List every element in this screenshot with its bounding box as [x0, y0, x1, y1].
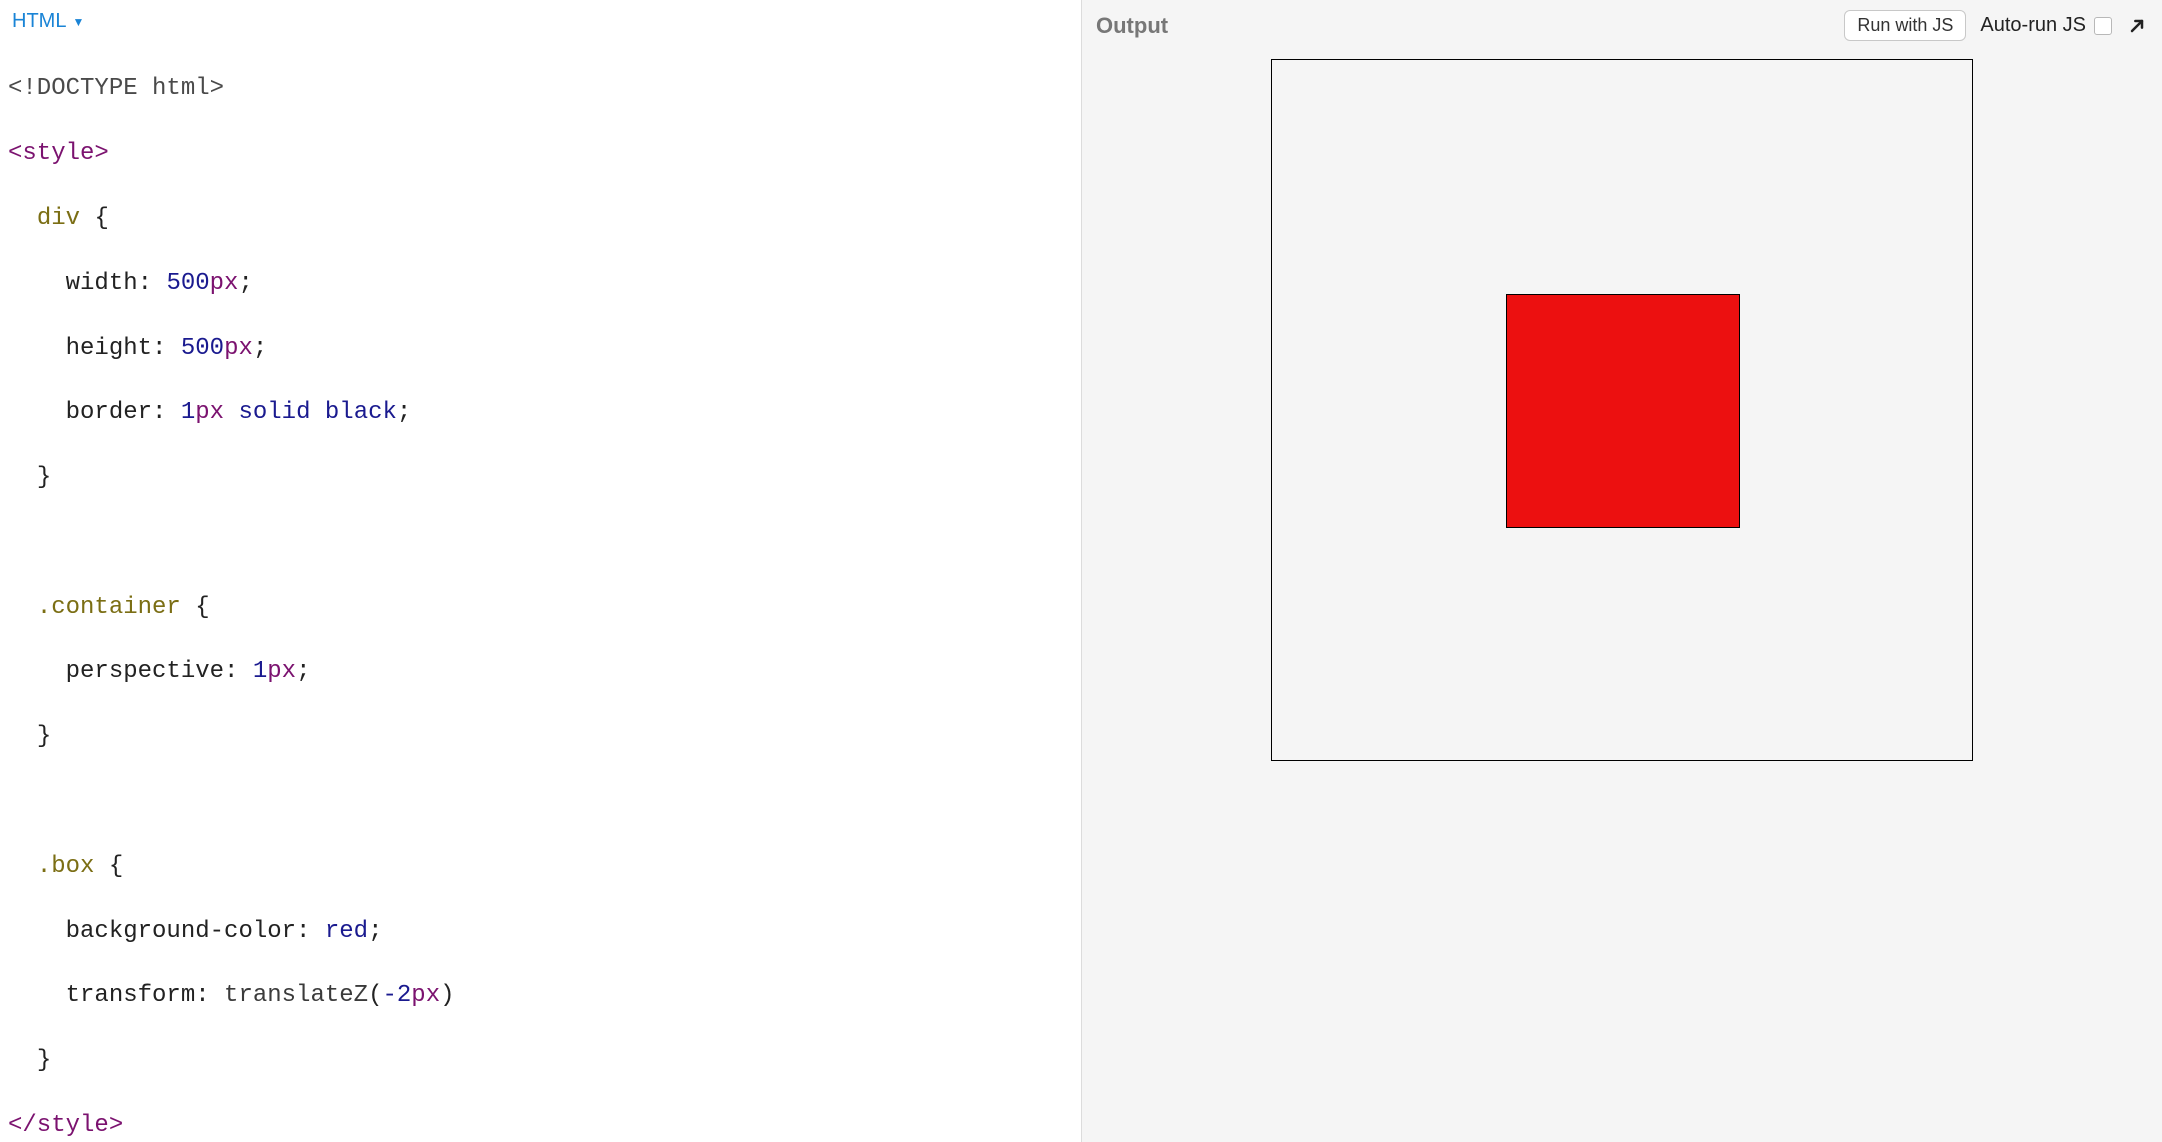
code-line: border: 1px solid black; [8, 397, 1073, 429]
editor-header: HTML ▼ [0, 0, 1081, 41]
autorun-toggle[interactable]: Auto-run JS [1980, 14, 2112, 37]
run-with-js-button[interactable]: Run with JS [1844, 10, 1966, 41]
output-body [1082, 51, 2162, 1142]
code-line: </style> [8, 1110, 1073, 1142]
language-dropdown[interactable]: HTML ▼ [12, 10, 84, 33]
code-line: <!DOCTYPE html> [8, 73, 1073, 105]
code-line: transform: translateZ(-2px) [8, 980, 1073, 1012]
code-line: <style> [8, 138, 1073, 170]
code-line: } [8, 1045, 1073, 1077]
language-label: HTML [12, 10, 66, 33]
code-line: height: 500px; [8, 333, 1073, 365]
code-line [8, 527, 1073, 559]
editor-pane: HTML ▼ <!DOCTYPE html> <style> div { wid… [0, 0, 1081, 1142]
fullscreen-icon[interactable] [2126, 15, 2148, 37]
code-line: perspective: 1px; [8, 656, 1073, 688]
code-line [8, 786, 1073, 818]
code-editor[interactable]: <!DOCTYPE html> <style> div { width: 500… [0, 41, 1081, 1142]
code-line: .box { [8, 851, 1073, 883]
autorun-checkbox[interactable] [2094, 17, 2112, 35]
autorun-label: Auto-run JS [1980, 14, 2086, 37]
output-pane: Output Run with JS Auto-run JS [1081, 0, 2162, 1142]
output-title: Output [1096, 13, 1168, 39]
code-line: width: 500px; [8, 268, 1073, 300]
chevron-down-icon: ▼ [72, 15, 84, 29]
app-root: HTML ▼ <!DOCTYPE html> <style> div { wid… [0, 0, 2162, 1142]
code-line: .container { [8, 592, 1073, 624]
code-line: background-color: red; [8, 916, 1073, 948]
code-line: div { [8, 203, 1073, 235]
preview-box [1506, 294, 1740, 528]
code-line: } [8, 721, 1073, 753]
output-header: Output Run with JS Auto-run JS [1082, 0, 2162, 51]
code-line: } [8, 462, 1073, 494]
preview-container [1271, 59, 1973, 761]
